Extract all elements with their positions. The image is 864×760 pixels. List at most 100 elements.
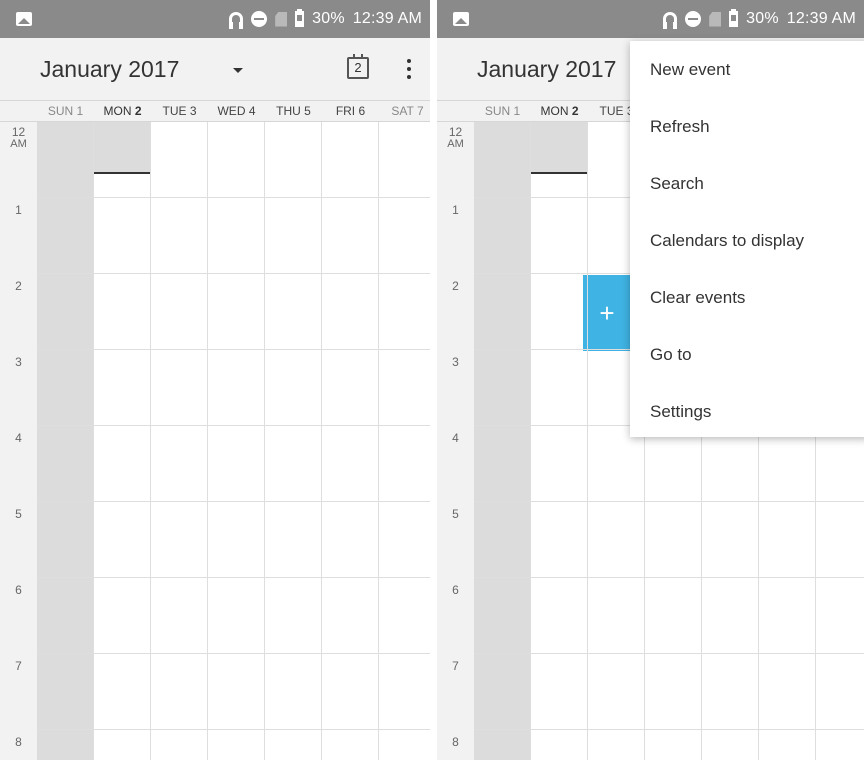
hour-label: 8 [437,736,474,748]
dropdown-arrow-icon[interactable] [233,68,243,73]
hour-label-text: 3 [452,355,459,369]
do-not-disturb-icon [685,11,702,27]
hour-label: 12 AM [437,126,474,150]
grid-column-line [207,122,208,760]
day-number: 1 [513,104,521,118]
grid-hour-line [37,577,430,578]
grid-hour-line [474,653,864,654]
sunday-column [474,122,531,760]
battery-icon [729,9,739,27]
menu-item-clear-events[interactable]: Clear events [630,269,864,326]
grid-column-line [321,122,322,760]
hour-label: 7 [0,660,37,672]
hour-label: 3 [437,356,474,368]
week-day-header: SUN 1MON 2TUE 3WED 4THU 5FRI 6SAT 7 [0,100,430,122]
hour-label: 12 AM [0,126,37,150]
hour-label-text: 1 [452,203,459,217]
hour-label-text: 6 [15,583,22,597]
menu-item-search[interactable]: Search [630,155,864,212]
today-calendar-icon[interactable]: 2 [347,54,369,79]
add-event-button[interactable]: + [583,275,631,351]
do-not-disturb-icon [251,11,268,27]
menu-item-settings[interactable]: Settings [630,383,864,440]
menu-item-calendars-to-display[interactable]: Calendars to display [630,212,864,269]
day-number: 3 [189,104,197,118]
hour-label: 2 [437,280,474,292]
hour-label-text: 12 [11,125,26,139]
current-time-line [531,172,588,174]
panel-divider [430,0,437,760]
hour-label-text: 6 [452,583,459,597]
today-highlight [531,122,588,172]
grid-column-line [93,122,94,760]
day-header-mon[interactable]: MON 2 [531,101,588,123]
hour-label: 3 [0,356,37,368]
hour-label-text: 2 [452,279,459,293]
day-number: 1 [76,104,84,118]
day-name: SAT [391,104,414,118]
hour-label: 4 [437,432,474,444]
hour-label: 8 [0,736,37,748]
app-toolbar: January 2017 2 [0,38,430,100]
grid-hour-line [37,349,430,350]
day-header-thu[interactable]: THU 5 [265,101,322,123]
hour-label-text: 7 [15,659,22,673]
day-header-sun[interactable]: SUN 1 [37,101,94,123]
menu-item-go-to[interactable]: Go to [630,326,864,383]
hour-label: 1 [0,204,37,216]
calendar-screen-right: 30% 12:39 AM January 2017 SUN 1 MON 2 TUE … [437,0,864,760]
month-title[interactable]: January 2017 [477,56,616,83]
grid-hour-line [37,501,430,502]
day-name: WED [217,104,246,118]
day-header-tue[interactable]: TUE 3 [151,101,208,123]
grid-column-line [378,122,379,760]
image-icon [453,12,469,26]
grid-column-line [587,122,588,760]
day-number: 5 [304,104,311,118]
no-sim-icon [709,11,722,27]
day-header-sun[interactable]: SUN 1 [474,101,531,123]
overflow-menu: New event Refresh Search Calendars to displ… [630,41,864,437]
day-number: 2 [571,104,579,118]
grid-hour-line [37,729,430,730]
hour-label: 5 [0,508,37,520]
hour-label-text: 8 [15,735,22,749]
hour-suffix: AM [447,138,464,150]
day-header-mon[interactable]: MON 2 [94,101,151,123]
hour-label-text: 4 [15,431,22,445]
day-header-wed[interactable]: WED 4 [208,101,265,123]
status-bar: 30% 12:39 AM [437,0,864,38]
hour-label: 6 [0,584,37,596]
hour-label-text: 2 [15,279,22,293]
grid-hour-line [474,577,864,578]
hour-label-text: 4 [452,431,459,445]
grid-hour-line [37,197,430,198]
day-name: THU [276,104,301,118]
day-header-sat[interactable]: SAT 7 [379,101,430,123]
today-highlight [94,122,151,172]
grid-hour-line [37,653,430,654]
menu-item-refresh[interactable]: Refresh [630,98,864,155]
grid-hour-line [37,273,430,274]
hour-label-text: 3 [15,355,22,369]
day-number: 6 [358,104,366,118]
hour-suffix: AM [10,138,27,150]
day-name: MON [540,104,569,118]
month-title[interactable]: January 2017 [40,56,179,83]
hour-label: 4 [0,432,37,444]
day-name: SUN [484,104,511,118]
hour-label: 7 [437,660,474,672]
day-name: TUE [162,104,187,118]
status-bar: 30% 12:39 AM [0,0,430,38]
day-name: SUN [47,104,74,118]
menu-item-new-event[interactable]: New event [630,41,864,98]
overflow-menu-icon[interactable] [401,57,417,81]
hour-label: 1 [437,204,474,216]
week-grid[interactable]: 12 AM 1 2 3 4 5 6 7 8 [0,122,430,760]
day-number: 2 [134,104,142,118]
day-name: FRI [335,104,356,118]
hour-label: 5 [437,508,474,520]
day-header-fri[interactable]: FRI 6 [322,101,379,123]
grid-column-line [530,122,531,760]
add-icon: + [599,298,615,328]
